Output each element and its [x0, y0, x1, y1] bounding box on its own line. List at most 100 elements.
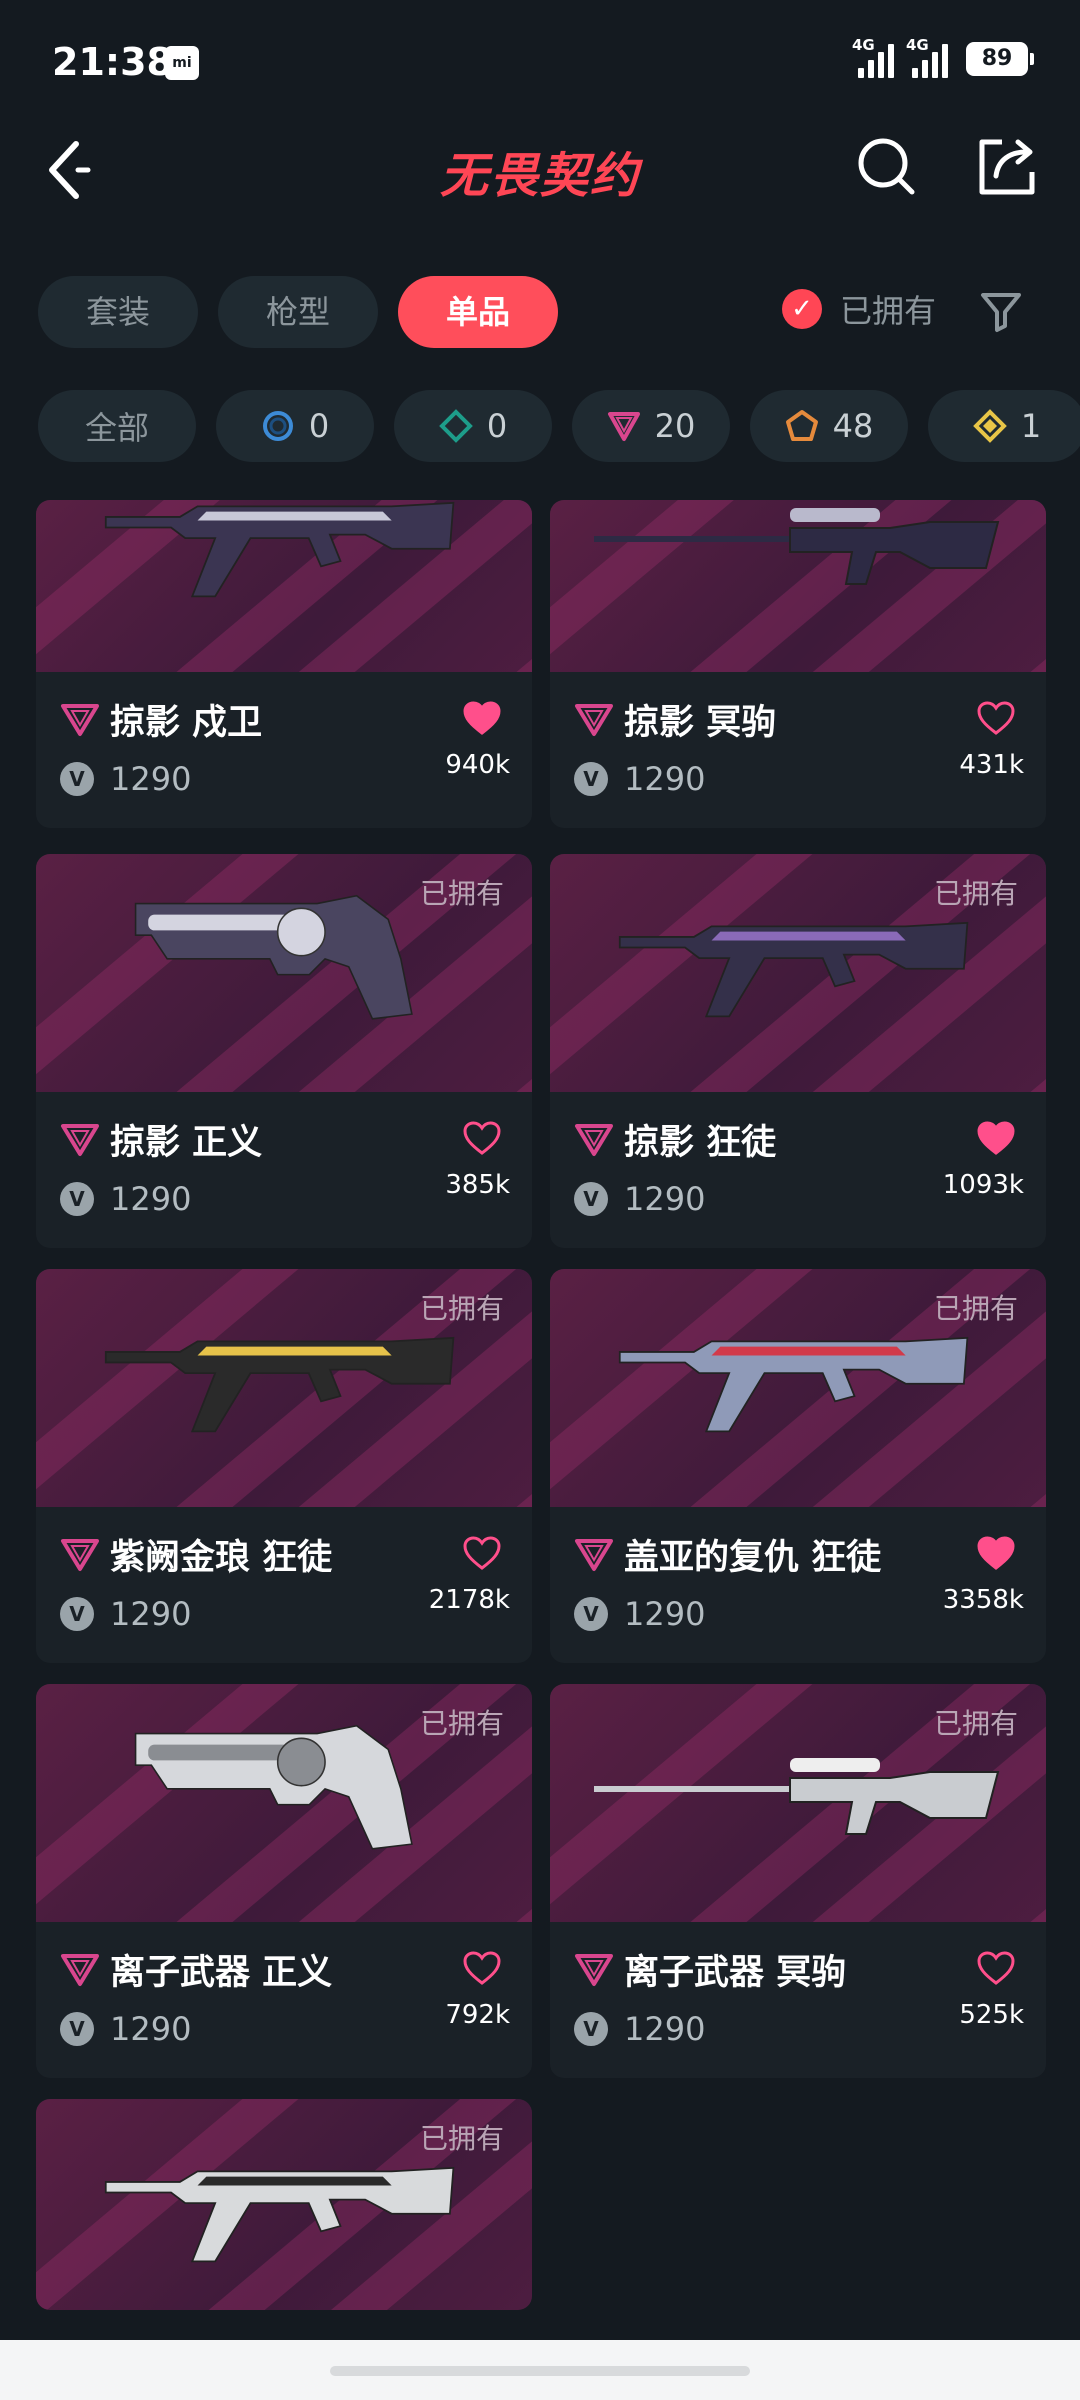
owned-tag: 已拥有	[419, 1292, 504, 1325]
skin-name: 掠影 正义	[110, 1123, 263, 1163]
share-icon[interactable]	[972, 130, 1042, 200]
like-count: 385k	[445, 1170, 510, 1200]
owned-filter-label: 已拥有	[840, 292, 937, 330]
owned-tag: 已拥有	[933, 1292, 1018, 1325]
skin-info: 掠影 狂徒 V 1290 1093k	[550, 1092, 1046, 1248]
tier-chip-exclusive[interactable]: 48	[750, 390, 908, 462]
owned-tag: 已拥有	[419, 2122, 504, 2155]
owned-filter-toggle[interactable]: ✓ 已拥有	[782, 286, 936, 332]
battery-icon: 89	[966, 42, 1034, 76]
premium-tier-icon	[61, 1539, 99, 1571]
heart-icon[interactable]	[462, 700, 502, 736]
tier-chip-deluxe[interactable]: 0	[394, 390, 552, 462]
skin-price: 1290	[624, 760, 706, 798]
tab-bundle[interactable]: 套装	[38, 276, 199, 348]
skin-name: 离子武器 冥驹	[624, 1953, 847, 1993]
skin-card[interactable]: 已拥有 离子武器 冥驹 V 1290 525k	[550, 1684, 1046, 2078]
valorant-points-icon: V	[60, 2012, 94, 2046]
owned-tag: 已拥有	[419, 1707, 504, 1740]
skin-card[interactable]: 掠影 冥驹 V 1290 431k	[550, 500, 1046, 828]
status-indicators: 4G 4G 89	[852, 36, 1034, 78]
like-count: 431k	[959, 750, 1024, 780]
weapon-image	[594, 1758, 1000, 1835]
home-indicator[interactable]	[330, 2366, 750, 2376]
skin-info: 掠影 冥驹 V 1290 431k	[550, 672, 1046, 828]
premium-tier-icon	[61, 1954, 99, 1986]
skin-price: 1290	[110, 1180, 192, 1218]
filter-funnel-icon[interactable]	[978, 288, 1024, 334]
heart-icon[interactable]	[976, 1950, 1016, 1986]
select-tier-icon	[262, 411, 293, 441]
weapon-image	[594, 508, 1000, 585]
premium-tier-icon	[607, 412, 640, 441]
skin-grid: 掠影 戍卫 V 1290 940k 掠影 冥驹 V 1290 431k 已拥有 …	[36, 500, 1046, 2310]
skin-card[interactable]: 已拥有	[36, 2099, 532, 2310]
skin-name: 盖亚的复仇 狂徒	[624, 1538, 882, 1578]
exclusive-tier-icon	[785, 410, 818, 441]
skin-name: 紫阙金琅 狂徒	[110, 1538, 333, 1578]
skin-image-panel: 已拥有	[550, 1269, 1046, 1507]
mi-app-icon: mi	[165, 46, 199, 80]
skin-info: 离子武器 冥驹 V 1290 525k	[550, 1922, 1046, 2078]
skin-name: 掠影 冥驹	[624, 703, 777, 743]
skin-name: 掠影 狂徒	[624, 1123, 777, 1163]
skin-card[interactable]: 已拥有 紫阙金琅 狂徒 V 1290 2178k	[36, 1269, 532, 1663]
like-count: 2178k	[428, 1585, 510, 1615]
skin-image-panel: 已拥有	[550, 1684, 1046, 1922]
skin-price: 1290	[624, 1180, 706, 1218]
skin-card[interactable]: 已拥有 掠影 正义 V 1290 385k	[36, 854, 532, 1248]
tier-chip-all[interactable]: 全部	[38, 390, 196, 462]
tier-chip-ultra[interactable]: 1	[928, 390, 1080, 462]
premium-tier-icon	[61, 1124, 99, 1156]
skin-image-panel: 已拥有	[36, 854, 532, 1092]
valorant-points-icon: V	[60, 762, 94, 796]
tab-single-item[interactable]: 单品	[398, 276, 559, 348]
heart-icon[interactable]	[976, 1120, 1016, 1156]
skin-price: 1290	[110, 760, 192, 798]
type-tabs: 套装 枪型 单品	[38, 276, 559, 348]
heart-icon[interactable]	[976, 1535, 1016, 1571]
premium-tier-icon	[575, 1539, 613, 1571]
skin-price: 1290	[110, 1595, 192, 1633]
valorant-points-icon: V	[60, 1182, 94, 1216]
skin-image-panel: 已拥有	[36, 1269, 532, 1507]
deluxe-tier-icon	[438, 409, 473, 443]
skin-image-panel: 已拥有	[36, 2099, 532, 2310]
skin-card[interactable]: 已拥有 掠影 狂徒 V 1290 1093k	[550, 854, 1046, 1248]
skin-card[interactable]: 已拥有 盖亚的复仇 狂徒 V 1290 3358k	[550, 1269, 1046, 1663]
owned-tag: 已拥有	[933, 1707, 1018, 1740]
heart-icon[interactable]	[462, 1950, 502, 1986]
signal-icon: 4G	[906, 36, 948, 78]
skin-name: 掠影 戍卫	[110, 703, 263, 743]
skin-info: 掠影 戍卫 V 1290 940k	[36, 672, 532, 828]
skin-price: 1290	[110, 2010, 192, 2048]
search-icon[interactable]	[852, 130, 922, 200]
heart-icon[interactable]	[462, 1120, 502, 1156]
skin-price: 1290	[624, 1595, 706, 1633]
premium-tier-icon	[575, 1124, 613, 1156]
checkmark-icon: ✓	[782, 289, 822, 329]
valorant-points-icon: V	[60, 1597, 94, 1631]
premium-tier-icon	[575, 704, 613, 736]
skin-image-panel	[550, 500, 1046, 672]
skin-info: 紫阙金琅 狂徒 V 1290 2178k	[36, 1507, 532, 1663]
heart-icon[interactable]	[462, 1535, 502, 1571]
app-header: 无畏契约	[0, 120, 1080, 220]
tier-chip-premium[interactable]: 20	[572, 390, 730, 462]
skin-name: 离子武器 正义	[110, 1953, 333, 1993]
heart-icon[interactable]	[976, 700, 1016, 736]
tier-chip-select[interactable]: 0	[216, 390, 374, 462]
like-count: 792k	[445, 2000, 510, 2030]
tab-weapon-type[interactable]: 枪型	[218, 276, 379, 348]
valorant-points-icon: V	[574, 1182, 608, 1216]
ultra-tier-icon	[972, 409, 1007, 443]
status-time: 21:38	[52, 40, 173, 84]
skin-info: 掠影 正义 V 1290 385k	[36, 1092, 532, 1248]
skin-card[interactable]: 已拥有 离子武器 正义 V 1290 792k	[36, 1684, 532, 2078]
skin-info: 盖亚的复仇 狂徒 V 1290 3358k	[550, 1507, 1046, 1663]
skin-card[interactable]: 掠影 戍卫 V 1290 940k	[36, 500, 532, 828]
signal-icon: 4G	[852, 36, 894, 78]
valorant-points-icon: V	[574, 2012, 608, 2046]
like-count: 525k	[959, 2000, 1024, 2030]
like-count: 940k	[445, 750, 510, 780]
